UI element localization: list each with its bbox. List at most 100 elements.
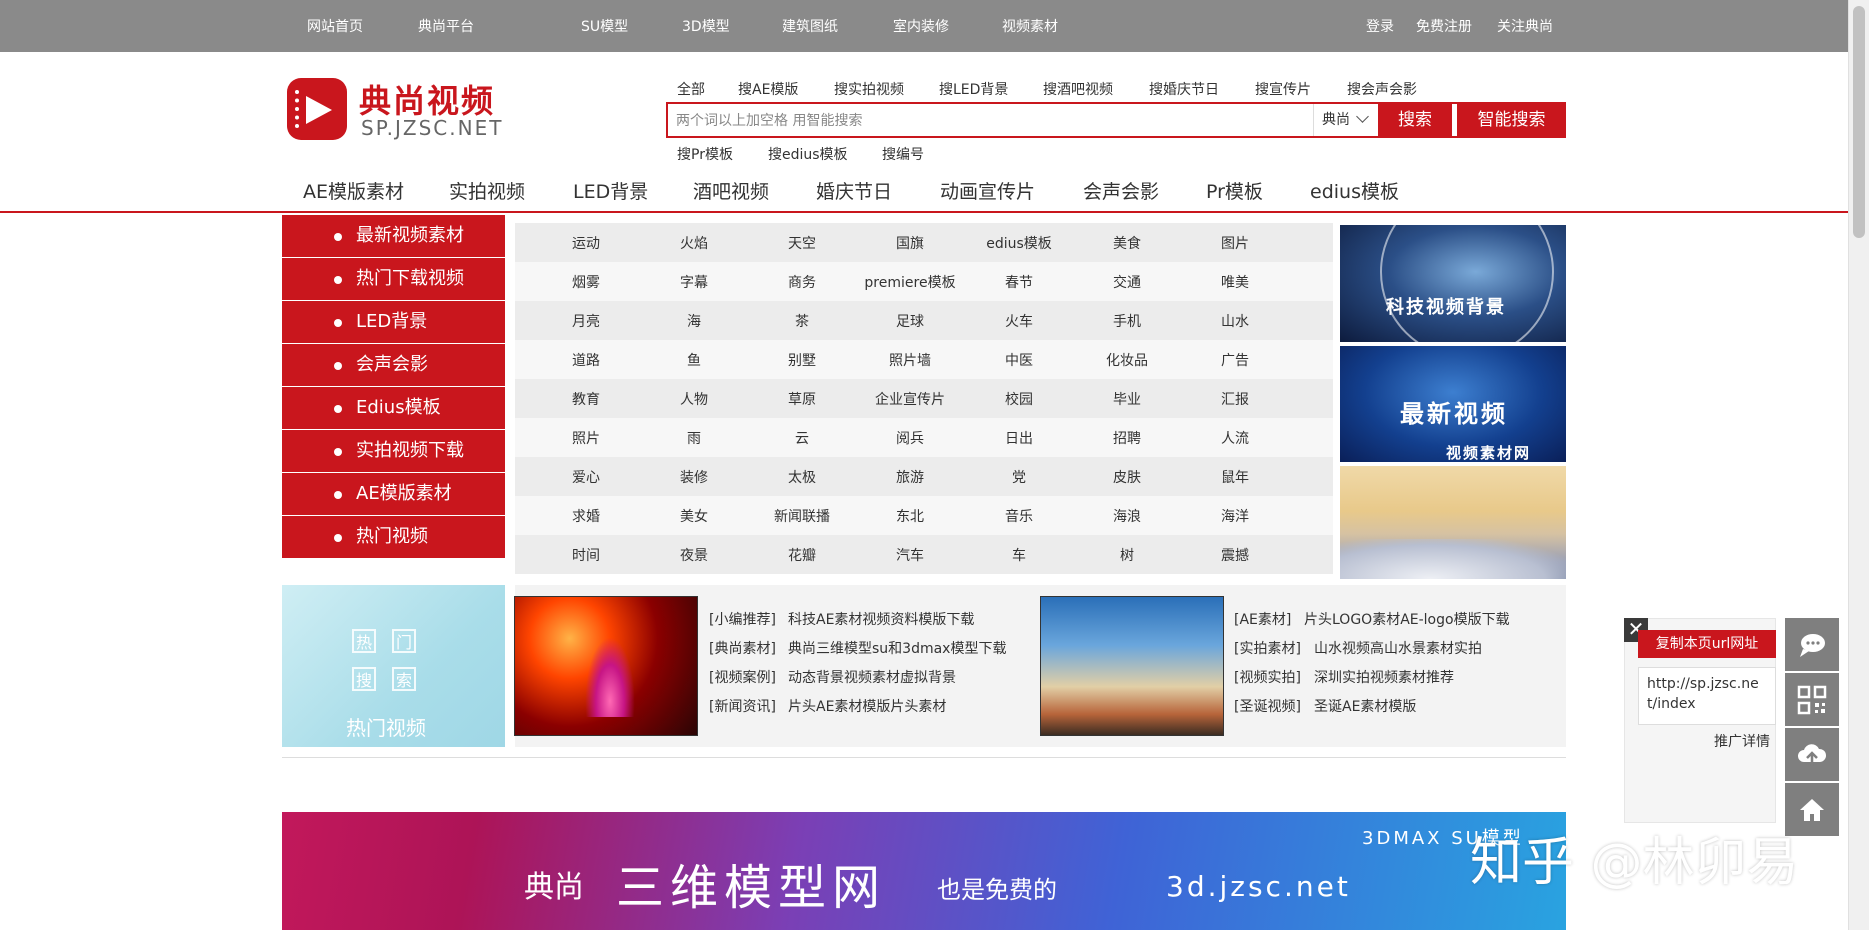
tag-link[interactable]: 爱心 <box>531 467 641 487</box>
tag-link[interactable]: 交通 <box>1072 272 1182 292</box>
tag-link[interactable]: 海洋 <box>1180 506 1290 526</box>
search-tab[interactable]: 搜婚庆节日 <box>1149 79 1219 99</box>
search-tab[interactable]: 搜宣传片 <box>1255 79 1311 99</box>
search-tab[interactable]: 搜会声会影 <box>1347 79 1417 99</box>
left-menu-item[interactable]: LED背景 <box>282 301 505 343</box>
tag-link[interactable]: 唯美 <box>1180 272 1290 292</box>
search-button[interactable]: 搜索 <box>1378 102 1452 138</box>
tag-link[interactable]: 汽车 <box>855 545 965 565</box>
category-nav-item[interactable]: AE模版素材 <box>303 177 404 204</box>
tag-link[interactable]: 商务 <box>747 272 857 292</box>
tag-link[interactable]: 皮肤 <box>1072 467 1182 487</box>
news-title[interactable]: 片头LOGO素材AE-logo模版下载 <box>1304 609 1510 629</box>
3d-model-ad-banner[interactable]: 典尚 三维模型网 也是免费的 3d.jzsc.net 3DMAX SU模型 <box>282 812 1566 930</box>
news-tag[interactable]: [小编推荐] <box>709 609 776 629</box>
tag-link[interactable]: 人物 <box>639 389 749 409</box>
tag-link[interactable]: 广告 <box>1180 350 1290 370</box>
tag-link[interactable]: 春节 <box>964 272 1074 292</box>
tag-link[interactable]: edius模板 <box>964 233 1074 253</box>
upload-button[interactable] <box>1785 728 1839 783</box>
search-input[interactable] <box>674 108 1318 134</box>
tag-link[interactable]: 震撼 <box>1180 545 1290 565</box>
tag-link[interactable]: 阅兵 <box>855 428 965 448</box>
search-tab[interactable]: 搜LED背景 <box>939 79 1008 99</box>
left-menu-item[interactable]: 最新视频素材 <box>282 215 505 257</box>
search-extra-link[interactable]: 搜edius模板 <box>768 144 848 164</box>
news-title[interactable]: 科技AE素材视频资料模版下载 <box>788 609 974 629</box>
news-title[interactable]: 典尚三维模型su和3dmax模型下载 <box>788 638 1006 658</box>
tag-link[interactable]: 教育 <box>531 389 641 409</box>
nav-home-link[interactable]: 网站首页 <box>307 16 363 36</box>
category-nav-item[interactable]: 酒吧视频 <box>693 177 769 204</box>
tag-link[interactable]: 毕业 <box>1072 389 1182 409</box>
search-tab[interactable]: 全部 <box>677 79 705 99</box>
tag-link[interactable]: 花瓣 <box>747 545 857 565</box>
search-tab[interactable]: 搜AE模版 <box>738 79 798 99</box>
tag-link[interactable]: 旅游 <box>855 467 965 487</box>
news-title[interactable]: 圣诞AE素材模版 <box>1314 696 1416 716</box>
page-url-field[interactable]: http://sp.jzsc.net/index <box>1638 667 1776 725</box>
tag-link[interactable]: 图片 <box>1180 233 1290 253</box>
tag-link[interactable]: 车 <box>964 545 1074 565</box>
left-menu-item[interactable]: 会声会影 <box>282 344 505 386</box>
login-link[interactable]: 登录 <box>1366 16 1394 36</box>
search-extra-link[interactable]: 搜Pr模板 <box>677 144 733 164</box>
nav-platform-link[interactable]: 典尚平台 <box>418 16 474 36</box>
tag-link[interactable]: 企业宣传片 <box>855 389 965 409</box>
left-menu-item[interactable]: 实拍视频下载 <box>282 430 505 472</box>
news-title[interactable]: 片头AE素材模版片头素材 <box>788 696 946 716</box>
category-nav-item[interactable]: LED背景 <box>573 177 648 204</box>
tag-link[interactable]: 东北 <box>855 506 965 526</box>
tag-link[interactable]: 火焰 <box>639 233 749 253</box>
hot-search-block[interactable]: 热 门 搜 索 热门视频 <box>282 585 505 747</box>
tag-link[interactable]: 树 <box>1072 545 1182 565</box>
nav-su-model-link[interactable]: SU模型 <box>581 16 628 36</box>
tag-link[interactable]: 运动 <box>531 233 641 253</box>
nav-video-link[interactable]: 视频素材 <box>1002 16 1058 36</box>
search-tab[interactable]: 搜酒吧视频 <box>1043 79 1113 99</box>
tag-link[interactable]: 音乐 <box>964 506 1074 526</box>
tag-link[interactable]: 化妆品 <box>1072 350 1182 370</box>
tag-link[interactable]: 汇报 <box>1180 389 1290 409</box>
category-nav-item[interactable]: 实拍视频 <box>449 177 525 204</box>
news-title[interactable]: 深圳实拍视频素材推荐 <box>1314 667 1454 687</box>
left-menu-item[interactable]: 热门视频 <box>282 516 505 558</box>
news-title[interactable]: 山水视频高山水景素材实拍 <box>1314 638 1482 658</box>
tag-link[interactable]: 日出 <box>964 428 1074 448</box>
news-title[interactable]: 动态背景视频素材虚拟背景 <box>788 667 956 687</box>
tag-link[interactable]: 国旗 <box>855 233 965 253</box>
news-tag[interactable]: [新闻资讯] <box>709 696 776 716</box>
tag-link[interactable]: 字幕 <box>639 272 749 292</box>
tag-link[interactable]: 求婚 <box>531 506 641 526</box>
news-tag[interactable]: [实拍素材] <box>1234 638 1301 658</box>
tag-link[interactable]: 中医 <box>964 350 1074 370</box>
qrcode-button[interactable] <box>1785 673 1839 728</box>
news-tag[interactable]: [圣诞视频] <box>1234 696 1301 716</box>
tag-link[interactable]: 太极 <box>747 467 857 487</box>
tag-link[interactable]: 美女 <box>639 506 749 526</box>
new-video-banner[interactable]: 最新视频 视频素材网 <box>1340 346 1566 462</box>
news-tag[interactable]: [典尚素材] <box>709 638 776 658</box>
tag-link[interactable]: 招聘 <box>1072 428 1182 448</box>
news-tag[interactable]: [视频案例] <box>709 667 776 687</box>
tag-link[interactable]: premiere模板 <box>855 272 965 292</box>
follow-link[interactable]: 关注典尚 <box>1497 16 1553 36</box>
tech-video-banner[interactable]: 科技视频背景 <box>1340 225 1566 342</box>
chat-button[interactable] <box>1785 618 1839 673</box>
tag-link[interactable]: 鼠年 <box>1180 467 1290 487</box>
nav-interior-link[interactable]: 室内装修 <box>893 16 949 36</box>
category-nav-item[interactable]: 动画宣传片 <box>940 177 1035 204</box>
left-menu-item[interactable]: 热门下载视频 <box>282 258 505 300</box>
tag-link[interactable]: 草原 <box>747 389 857 409</box>
category-nav-item[interactable]: edius模板 <box>1310 177 1399 204</box>
tag-link[interactable]: 云 <box>747 428 857 448</box>
left-menu-item[interactable]: AE模版素材 <box>282 473 505 515</box>
tag-link[interactable]: 手机 <box>1072 311 1182 331</box>
tag-link[interactable]: 夜景 <box>639 545 749 565</box>
category-nav-item[interactable]: 会声会影 <box>1083 177 1159 204</box>
news-thumbnail-sunset[interactable] <box>1040 596 1224 736</box>
nav-3d-model-link[interactable]: 3D模型 <box>682 16 730 36</box>
left-menu-item[interactable]: Edius模板 <box>282 387 505 429</box>
tag-link[interactable]: 校园 <box>964 389 1074 409</box>
tag-link[interactable]: 党 <box>964 467 1074 487</box>
